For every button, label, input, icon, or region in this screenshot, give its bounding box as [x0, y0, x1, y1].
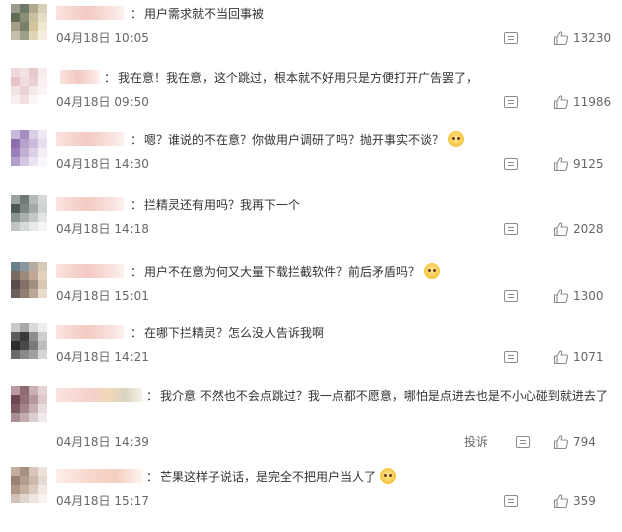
like-count: 2028 [573, 222, 604, 236]
avatar[interactable] [11, 4, 47, 40]
emoji-icon [448, 131, 465, 147]
comment-item: ：我在意！我在意，这个跳过，根本就不好用只是方便打开广告罢了， 04月18日 09… [0, 68, 622, 132]
comment-timestamp: 04月18日 14:39 [56, 435, 149, 449]
username-blurred[interactable] [56, 132, 124, 146]
separator-colon: ： [130, 265, 143, 279]
like-button[interactable]: 794 [553, 434, 596, 450]
avatar[interactable] [11, 386, 47, 422]
comment-item: ：用户不在意为何又大量下载拦截软件？前后矛盾吗？ 04月18日 15:01 1300 [0, 262, 622, 326]
comment-text: ：我在意！我在意，这个跳过，根本就不好用只是方便打开广告罢了， [104, 68, 584, 88]
comment-text: ：嗯？谁说的不在意？你做用户调研了吗？抛开事实不谈？ [130, 130, 610, 150]
comment-timestamp: 04月18日 14:21 [56, 350, 149, 364]
like-button[interactable]: 13230 [553, 30, 611, 46]
comment-timestamp: 04月18日 14:30 [56, 157, 149, 171]
thumbs-up-icon [553, 222, 569, 237]
comment-reply-icon [504, 158, 518, 170]
thumbs-up-icon [553, 435, 569, 450]
comment-text: ：用户需求就不当回事被 [130, 4, 610, 24]
separator-colon: ： [130, 198, 143, 212]
like-count: 794 [573, 435, 596, 449]
separator-colon: ： [130, 133, 143, 147]
like-count: 9125 [573, 157, 604, 171]
comment-timestamp: 04月18日 15:01 [56, 289, 149, 303]
thumbs-up-icon [553, 289, 569, 304]
reply-button[interactable] [516, 434, 530, 450]
reply-button[interactable] [504, 156, 518, 172]
username-blurred[interactable] [60, 70, 100, 84]
like-button[interactable]: 1300 [553, 288, 604, 304]
comment-reply-icon [504, 223, 518, 235]
comment-reply-icon [516, 436, 530, 448]
username-blurred[interactable] [56, 197, 124, 211]
comment-item: ：用户需求就不当回事被 04月18日 10:05 13230 [0, 4, 622, 68]
separator-colon: ： [146, 470, 159, 484]
comment-timestamp: 04月18日 09:50 [56, 95, 149, 109]
comment-body: 用户需求就不当回事被 [144, 7, 265, 21]
comment-item: ：拦精灵还有用吗？我再下一个 04月18日 14:18 2028 [0, 195, 622, 259]
reply-button[interactable] [504, 30, 518, 46]
reply-button[interactable] [504, 221, 518, 237]
like-count: 359 [573, 494, 596, 508]
comment-reply-icon [504, 96, 518, 108]
avatar[interactable] [11, 262, 47, 298]
comment-item: ：在哪下拦精灵？怎么没人告诉我啊 04月18日 14:21 1071 [0, 323, 622, 387]
comment-item: ：嗯？谁说的不在意？你做用户调研了吗？抛开事实不谈？ 04月18日 14:30 91… [0, 130, 622, 194]
comment-body: 我在意！我在意，这个跳过，根本就不好用只是方便打开广告罢了， [118, 71, 479, 85]
comment-timestamp: 04月18日 14:18 [56, 222, 149, 236]
comment-reply-icon [504, 32, 518, 44]
username-blurred[interactable] [56, 6, 124, 20]
like-button[interactable]: 11986 [553, 94, 611, 110]
comment-body: 芒果这样子说话，是完全不把用户当人了 [160, 470, 377, 484]
reply-button[interactable] [504, 493, 518, 509]
comment-body: 嗯？谁说的不在意？你做用户调研了吗？抛开事实不谈？ [144, 133, 445, 147]
avatar[interactable] [11, 467, 47, 503]
like-count: 11986 [573, 95, 612, 109]
avatar[interactable] [11, 323, 47, 359]
comment-body: 拦精灵还有用吗？我再下一个 [144, 198, 301, 212]
thumbs-up-icon [553, 157, 569, 172]
thumbs-up-icon [553, 31, 569, 46]
like-button[interactable]: 2028 [553, 221, 604, 237]
comment-body: 我介意 不然也不会点跳过？我一点都不愿意，哪怕是点进去也是不小心碰到就进去了 [160, 389, 608, 403]
username-blurred[interactable] [56, 264, 124, 278]
comment-body: 用户不在意为何又大量下载拦截软件？前后矛盾吗？ [144, 265, 421, 279]
username-blurred[interactable] [56, 469, 142, 483]
separator-colon: ： [146, 389, 159, 403]
report-button[interactable]: 投诉 [464, 434, 488, 450]
comment-item: ：芒果这样子说话，是完全不把用户当人了 04月18日 15:17 359 [0, 467, 622, 531]
reply-button[interactable] [504, 349, 518, 365]
separator-colon: ： [130, 7, 143, 21]
comment-item: ：我介意 不然也不会点跳过？我一点都不愿意，哪怕是点进去也是不小心碰到就进去了 0… [0, 386, 622, 450]
comment-reply-icon [504, 290, 518, 302]
comment-text: ：在哪下拦精灵？怎么没人告诉我啊 [130, 323, 610, 343]
comment-text: ：我介意 不然也不会点跳过？我一点都不愿意，哪怕是点进去也是不小心碰到就进去了 [56, 386, 612, 406]
separator-colon: ： [104, 71, 117, 85]
reply-button[interactable] [504, 288, 518, 304]
thumbs-up-icon [553, 494, 569, 509]
comment-text: ：拦精灵还有用吗？我再下一个 [130, 195, 610, 215]
like-count: 13230 [573, 31, 612, 45]
avatar[interactable] [11, 195, 47, 231]
comment-body: 在哪下拦精灵？怎么没人告诉我啊 [144, 326, 325, 340]
comment-text: ：用户不在意为何又大量下载拦截软件？前后矛盾吗？ [130, 262, 610, 282]
comment-text: ：芒果这样子说话，是完全不把用户当人了 [146, 467, 622, 487]
comment-timestamp: 04月18日 10:05 [56, 31, 149, 45]
separator-colon: ： [130, 326, 143, 340]
comment-reply-icon [504, 495, 518, 507]
avatar[interactable] [11, 68, 47, 104]
comment-timestamp: 04月18日 15:17 [56, 494, 149, 508]
avatar[interactable] [11, 130, 47, 166]
thumbs-up-icon [553, 350, 569, 365]
like-count: 1071 [573, 350, 604, 364]
thumbs-up-icon [553, 95, 569, 110]
like-button[interactable]: 1071 [553, 349, 604, 365]
username-blurred[interactable] [56, 325, 124, 339]
reply-button[interactable] [504, 94, 518, 110]
like-button[interactable]: 9125 [553, 156, 604, 172]
like-count: 1300 [573, 289, 604, 303]
comment-reply-icon [504, 351, 518, 363]
emoji-icon [380, 468, 397, 484]
emoji-icon [424, 263, 441, 279]
like-button[interactable]: 359 [553, 493, 596, 509]
